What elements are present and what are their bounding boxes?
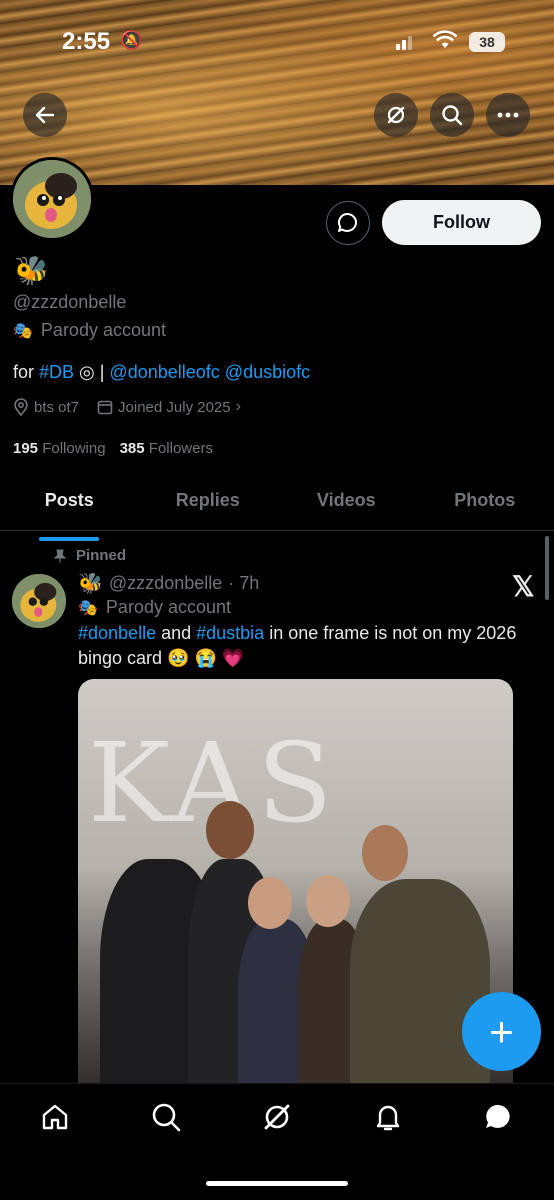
pinned-label: Pinned: [76, 547, 127, 564]
followers-stat[interactable]: 385 Followers: [120, 440, 213, 457]
notifications-icon: [376, 1105, 400, 1131]
chevron-right-icon: ›: [235, 398, 241, 415]
tab-posts[interactable]: Posts: [0, 480, 139, 530]
profile-meta: bts ot7 Joined July 2025 ›: [13, 398, 241, 416]
calendar-icon: [97, 400, 113, 415]
bio-mention-link-1[interactable]: @donbelleofc: [109, 362, 219, 382]
tweet-author-name[interactable]: 🐝: [78, 571, 103, 596]
follow-button[interactable]: Follow: [382, 200, 541, 245]
parody-label: 🎭 Parody account: [13, 320, 166, 341]
battery-indicator: 38: [469, 32, 505, 52]
follow-stats: 195 Following 385 Followers: [13, 440, 213, 457]
bio-mention-link-2[interactable]: @dusbiofc: [225, 362, 310, 382]
scrollbar[interactable]: [545, 536, 549, 600]
tab-replies[interactable]: Replies: [139, 480, 278, 530]
parody-mask-icon: 🎭: [13, 322, 33, 340]
joined-text: Joined July 2025: [118, 398, 231, 416]
status-bar: 2:55 🔕 38: [0, 22, 554, 62]
nav-grok[interactable]: [260, 1100, 294, 1134]
back-button[interactable]: [23, 93, 67, 137]
pinned-indicator: Pinned: [54, 547, 126, 564]
tweet-text[interactable]: #donbelle and #dustbia in one frame is n…: [78, 621, 518, 671]
search-nav-icon: [152, 1103, 181, 1132]
tweet-header: 🐝 @zzzdonbelle · 7h: [78, 571, 259, 596]
location-text: bts ot7: [34, 398, 80, 416]
back-arrow-icon: [35, 106, 55, 124]
tweet-parody-label: 🎭 Parody account: [78, 597, 231, 618]
photo-head-2: [248, 877, 292, 929]
followers-count: 385: [119, 440, 145, 457]
bio-prefix: for: [13, 362, 40, 382]
joined-item[interactable]: Joined July 2025 ›: [97, 398, 241, 416]
photo-head-4: [362, 825, 408, 881]
parody-label-text: Parody account: [40, 320, 166, 340]
grok-nav-icon: [264, 1104, 290, 1130]
location-icon: [14, 398, 28, 416]
display-name: 🐝: [14, 255, 49, 286]
photo-person-4: [350, 879, 490, 1099]
compose-post-button[interactable]: +: [462, 992, 541, 1071]
search-button[interactable]: [430, 93, 474, 137]
grok-button[interactable]: [374, 93, 418, 137]
tweet-photo[interactable]: KAS: [78, 679, 513, 1099]
profile-handle: @zzzdonbelle: [13, 292, 127, 312]
message-icon: [338, 213, 357, 232]
cellular-signal-icon: [396, 36, 412, 50]
tweet-avatar-image: [12, 574, 66, 628]
following-label: Following: [42, 440, 106, 457]
nav-home[interactable]: [38, 1100, 72, 1134]
nav-search[interactable]: [149, 1100, 183, 1134]
mute-bell-icon: 🔕: [120, 30, 143, 50]
tweet-parody-text: Parody account: [105, 597, 231, 617]
search-icon: [442, 105, 463, 126]
status-time: 2:55: [62, 28, 111, 55]
photo-head-3: [306, 875, 350, 927]
more-options-button[interactable]: [486, 93, 530, 137]
bio-hashtag-link[interactable]: #DB: [39, 362, 74, 382]
bio-separator: ◎ |: [74, 362, 110, 382]
x-logo-icon: 𝕏: [512, 571, 535, 602]
nav-messages[interactable]: [482, 1100, 516, 1134]
profile-avatar[interactable]: [10, 157, 94, 241]
followers-label: Followers: [148, 440, 213, 457]
tweet-text-and: and: [156, 623, 197, 643]
following-count: 195: [13, 440, 39, 457]
tweet-avatar[interactable]: [12, 574, 66, 628]
tab-videos[interactable]: Videos: [277, 480, 416, 530]
location-item: bts ot7: [13, 398, 79, 416]
tab-photos[interactable]: Photos: [416, 480, 554, 530]
tweet-hashtag-1[interactable]: #donbelle: [78, 623, 156, 643]
following-stat[interactable]: 195 Following: [13, 440, 106, 457]
grok-icon: [387, 106, 405, 124]
wifi-icon: [432, 30, 458, 48]
home-icon: [42, 1104, 68, 1130]
pin-icon: [54, 549, 66, 563]
avatar-character-image: [13, 160, 91, 238]
tweet-handle[interactable]: @zzzdonbelle: [109, 573, 222, 594]
tweet-time: · 7h: [228, 573, 260, 593]
tweet-hashtag-2[interactable]: #dustbia: [196, 623, 264, 643]
nav-notifications[interactable]: [371, 1100, 405, 1134]
more-icon: [497, 112, 519, 118]
profile-bio: for #DB ◎ | @donbelleofc @dusbiofc: [13, 362, 310, 383]
photo-head-1: [206, 801, 254, 859]
profile-tabs: Posts Replies Videos Photos: [0, 480, 554, 531]
home-indicator: [206, 1181, 348, 1186]
parody-mask-icon: 🎭: [78, 599, 98, 617]
message-button[interactable]: [326, 201, 370, 245]
messages-icon: [486, 1104, 510, 1128]
